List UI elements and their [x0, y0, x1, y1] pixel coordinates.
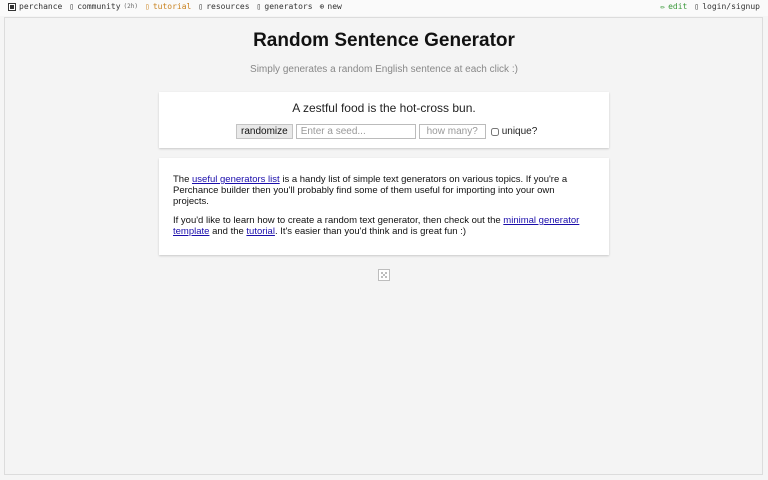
die-icon[interactable] — [378, 269, 390, 281]
pencil-icon: ✏ — [660, 1, 666, 11]
generator-card: A zestful food is the hot-cross bun. ran… — [159, 92, 609, 148]
user-icon: ▯ — [694, 1, 700, 11]
nav-community-note: (2h) — [123, 3, 138, 10]
info-paragraph-1: The useful generators list is a handy li… — [173, 174, 588, 207]
p2-suffix: . It's easier than you'd think and is gr… — [274, 226, 467, 237]
generator-controls: randomize unique? — [236, 124, 537, 139]
nav-perchance[interactable]: perchance — [8, 2, 62, 11]
nav-community-label: community — [77, 2, 121, 11]
nav-new[interactable]: ⊕ new — [320, 2, 342, 11]
p2-mid: and the — [209, 226, 247, 237]
how-many-input[interactable] — [418, 124, 486, 139]
unique-label: unique? — [501, 126, 538, 137]
nav-generators[interactable]: ▯ generators — [257, 2, 313, 11]
book-icon: ▯ — [145, 1, 150, 11]
nav-tutorial[interactable]: ▯ tutorial — [145, 2, 191, 11]
nav-resources-label: resources — [206, 2, 250, 11]
tutorial-link[interactable]: tutorial — [246, 226, 275, 237]
info-card: The useful generators list is a handy li… — [159, 158, 609, 255]
randomize-button[interactable]: randomize — [236, 124, 293, 139]
edit-label: edit — [668, 2, 688, 11]
chat-icon: ▯ — [69, 1, 75, 11]
login-signup-label: login/signup — [702, 2, 760, 11]
nav-new-label: new — [327, 2, 342, 11]
die-icon — [8, 2, 16, 11]
top-navigation-bar: perchance ▯ community (2h) ▯ tutorial ▯ … — [0, 0, 768, 16]
nav-perchance-label: perchance — [19, 2, 63, 11]
nav-tutorial-label: tutorial — [152, 2, 192, 11]
generated-sentence: A zestful food is the hot-cross bun. — [292, 101, 476, 115]
edit-link[interactable]: ✏ edit — [660, 2, 687, 11]
plus-circle-icon: ⊕ — [319, 1, 325, 11]
p1-prefix: The — [173, 174, 193, 185]
p2-prefix: If you'd like to learn how to create a r… — [173, 215, 504, 226]
page-subtitle: Simply generates a random English senten… — [250, 64, 518, 75]
nav-resources[interactable]: ▯ resources — [198, 2, 249, 11]
grid-icon: ▯ — [256, 1, 262, 11]
nav-generators-label: generators — [264, 2, 313, 11]
seed-input[interactable] — [295, 124, 416, 139]
topbar-right-group: ✏ edit ▯ login/signup — [660, 2, 760, 11]
page-title: Random Sentence Generator — [253, 30, 515, 51]
info-paragraph-2: If you'd like to learn how to create a r… — [173, 215, 588, 237]
nav-community[interactable]: ▯ community (2h) — [69, 2, 138, 11]
topbar-left-group: perchance ▯ community (2h) ▯ tutorial ▯ … — [8, 2, 342, 11]
box-icon: ▯ — [198, 1, 204, 11]
login-signup-link[interactable]: ▯ login/signup — [694, 2, 760, 11]
unique-checkbox[interactable] — [490, 127, 499, 136]
useful-generators-link[interactable]: useful generators list — [192, 174, 280, 185]
